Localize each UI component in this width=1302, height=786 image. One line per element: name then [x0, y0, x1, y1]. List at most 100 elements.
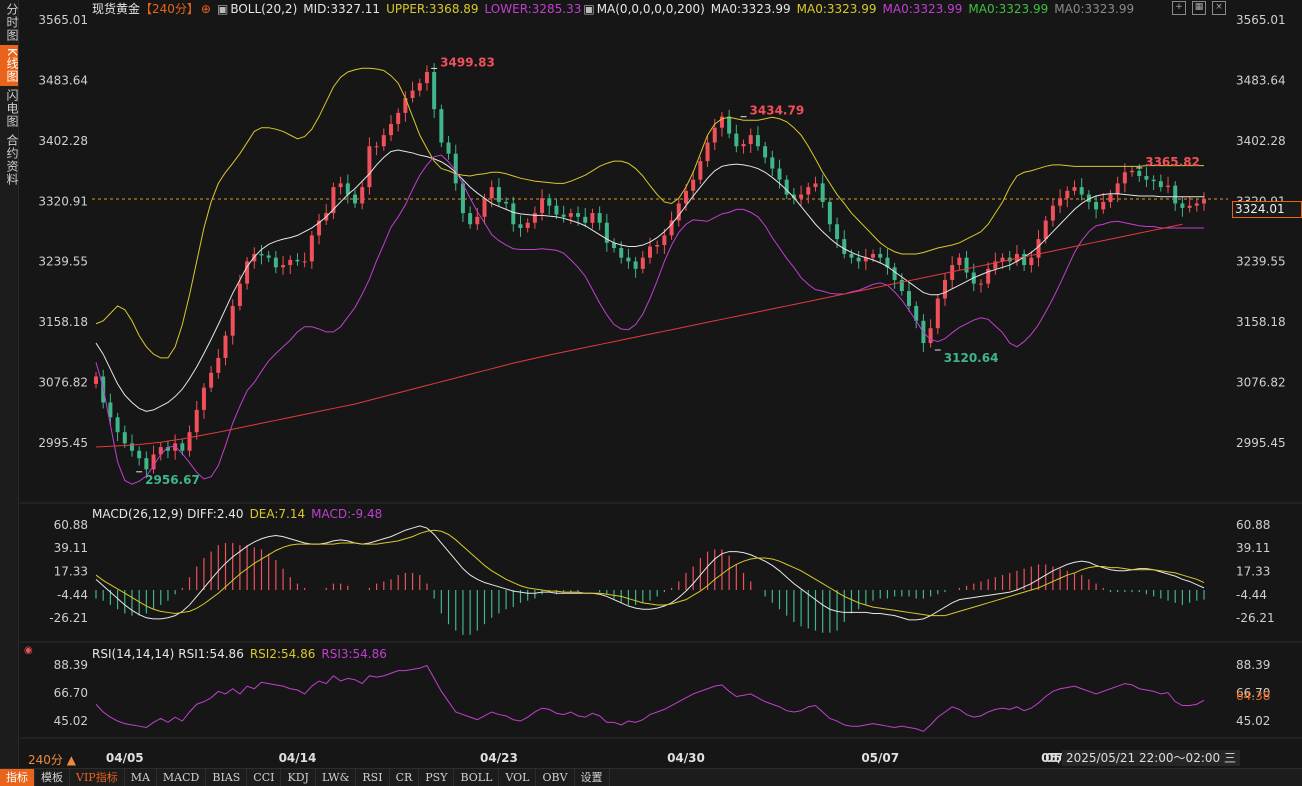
candle-body: [799, 194, 804, 199]
rsi-axis-tick: 45.02: [54, 714, 88, 728]
candle-body: [640, 257, 645, 269]
tab-bias[interactable]: BIAS: [206, 769, 248, 786]
period-toggle[interactable]: 240分 ▲: [28, 751, 76, 768]
candle-body: [94, 376, 98, 384]
macd-axis-tick: 60.88: [54, 518, 88, 532]
tab-kdj[interactable]: KDJ: [281, 769, 316, 786]
sidebar-tab-contract-info[interactable]: 合约资料: [0, 131, 19, 189]
candle-body: [964, 257, 969, 273]
macd-axis-tick: 17.33: [54, 565, 88, 579]
tab-ma[interactable]: MA: [125, 769, 157, 786]
candle-body: [1158, 181, 1163, 188]
candle-body: [978, 283, 983, 285]
close-icon[interactable]: ×: [1212, 1, 1226, 15]
candle-body: [583, 216, 588, 223]
candle-body: [525, 222, 530, 228]
candle-body: [842, 239, 847, 254]
extreme-label: 3434.79: [750, 104, 805, 118]
macd-axis-tick: 39.11: [1236, 541, 1270, 555]
macd-dea: DEA:7.14: [249, 507, 306, 521]
period-selector[interactable]: 【240分】: [140, 2, 199, 16]
rsi-icon[interactable]: ◉: [24, 645, 33, 656]
candle-body: [676, 203, 681, 221]
macd-axis-tick: -26.21: [49, 611, 88, 625]
candle-body: [439, 109, 444, 143]
price-axis-tick: 3076.82: [38, 376, 88, 390]
candle-body: [216, 357, 221, 373]
tab-lw[interactable]: LW&: [316, 769, 357, 786]
tab-indicators[interactable]: 指标: [0, 769, 35, 786]
tab-macd[interactable]: MACD: [157, 769, 207, 786]
candle-body: [1173, 185, 1178, 204]
candle-body: [374, 146, 379, 148]
candle-body: [568, 213, 573, 217]
candle-body: [338, 183, 343, 188]
candle-body: [748, 135, 753, 145]
candle-body: [1151, 179, 1156, 182]
candle-body: [590, 213, 595, 223]
ma-value: MA0:3323.99: [710, 2, 791, 16]
candle-body: [1108, 194, 1113, 202]
tab-vip-indicators[interactable]: VIP指标: [70, 769, 125, 786]
settings-icon[interactable]: ⊕: [201, 2, 211, 16]
sidebar-tab-kline[interactable]: K线图: [0, 45, 19, 86]
macd-dea-line: [95, 529, 1205, 617]
candle-body: [597, 213, 602, 223]
macd-axis-tick: 60.88: [1236, 518, 1270, 532]
ma200-line: [95, 223, 1183, 448]
tab-settings[interactable]: 设置: [575, 769, 610, 786]
tab-boll[interactable]: BOLL: [454, 769, 500, 786]
price-axis-tick: 2995.45: [1236, 436, 1286, 450]
add-icon[interactable]: +: [1172, 1, 1186, 15]
sidebar-tab-timeshare[interactable]: 分时图: [0, 0, 19, 45]
candle-body: [122, 432, 127, 444]
grid-icon[interactable]: ▦: [1192, 1, 1206, 15]
tab-templates[interactable]: 模板: [35, 769, 70, 786]
candle-body: [504, 201, 509, 204]
tab-cci[interactable]: CCI: [247, 769, 282, 786]
window-controls: + ▦ ×: [1172, 1, 1226, 15]
price-axis-tick: 3402.28: [1236, 134, 1286, 148]
candle-body: [683, 190, 688, 204]
tab-cr[interactable]: CR: [390, 769, 420, 786]
candle-body: [388, 123, 393, 136]
candle-body: [827, 201, 832, 225]
price-axis-tick: 3239.55: [1236, 255, 1286, 269]
rsi1-value: RSI1:54.86: [178, 647, 244, 661]
indicator-icon[interactable]: ▣: [217, 2, 228, 16]
macd-axis-tick: 17.33: [1236, 565, 1270, 579]
candle-body: [410, 90, 415, 98]
candle-body: [511, 203, 516, 225]
price-axis-tick: 3483.64: [38, 73, 88, 87]
date-axis-tick: 05/07: [861, 751, 899, 765]
candle-body: [144, 458, 149, 470]
menu-icon[interactable]: 三: [1224, 751, 1236, 765]
tab-vol[interactable]: VOL: [499, 769, 537, 786]
tab-rsi[interactable]: RSI: [356, 769, 390, 786]
rsi-axis-tick: 88.39: [54, 658, 88, 672]
candle-body: [1122, 172, 1127, 184]
candle-body: [223, 335, 228, 358]
candle-body: [381, 135, 386, 147]
sidebar-tab-flash[interactable]: 闪电图: [0, 86, 19, 131]
candle-body: [417, 83, 422, 91]
candle-body: [1065, 190, 1070, 199]
candles: [94, 63, 1206, 479]
candle-body: [835, 224, 840, 240]
candle-body: [295, 259, 300, 262]
rsi-axis-tick: 45.02: [1236, 714, 1270, 728]
rsi-axis-tick: 88.39: [1236, 658, 1270, 672]
tab-obv[interactable]: OBV: [536, 769, 575, 786]
candle-body: [237, 283, 242, 306]
candle-body: [712, 127, 717, 143]
candle-body: [633, 261, 638, 269]
candle-body: [648, 246, 652, 258]
rsi-legend: RSI(14,14,14) RSI1:54.86 RSI2:54.86 RSI3:54…: [92, 647, 393, 661]
chart-canvas[interactable]: 3565.01 3565.01 3483.64 3483.64 3402.28 3402.…: [0, 0, 1302, 785]
date-range[interactable]: 2025/05/21 22:00～02:00 三: [1062, 750, 1240, 766]
candle-body: [1043, 220, 1048, 240]
indicator-icon[interactable]: ▣: [583, 2, 594, 16]
price-axis-tick: 3483.64: [1236, 73, 1286, 87]
tab-psy[interactable]: PSY: [419, 769, 455, 786]
candle-body: [907, 291, 912, 306]
